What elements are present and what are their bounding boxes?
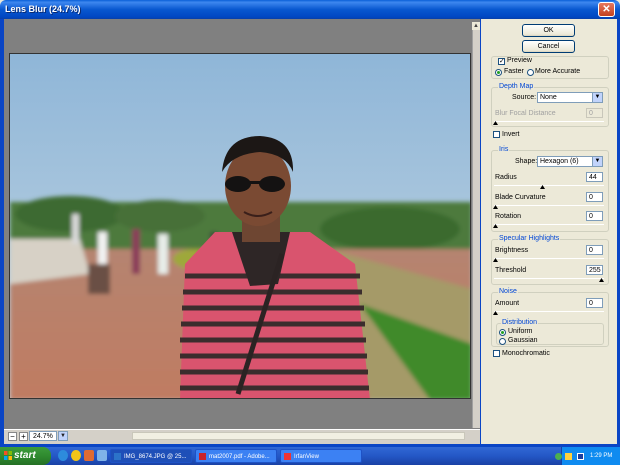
gaussian-radio[interactable] [499,338,506,345]
depth-map-title: Depth Map [498,83,535,90]
blade-curvature-label: Blade Curvature [495,194,546,201]
invert-checkbox[interactable] [493,131,500,138]
threshold-field[interactable]: 255 [586,265,603,275]
chevron-down-icon: ▼ [592,93,602,102]
tray-app-icon[interactable] [565,453,572,460]
monochromatic-label: Monochromatic [502,350,550,357]
amount-label: Amount [495,300,520,307]
blade-curvature-field[interactable]: 0 [586,192,603,202]
clock: 1:29 PM [590,453,613,459]
iris-title: Iris [498,146,510,153]
browser-icon[interactable] [71,450,81,461]
monochromatic-checkbox[interactable] [493,350,500,357]
window-title-bar[interactable] [0,0,620,19]
threshold-label: Threshold [495,267,527,274]
preview-label: Preview [507,57,532,64]
faster-radio[interactable] [495,69,502,76]
scroll-up-icon[interactable]: ▲ [472,22,480,30]
more-accurate-radio[interactable] [527,69,534,76]
specular-highlights-title: Specular Highlights [498,235,561,242]
taskbar-item-adobe-reader[interactable]: mat2007.pdf - Adobe... [195,449,277,463]
cancel-button[interactable]: Cancel [522,40,575,53]
internet-explorer-icon[interactable] [58,450,68,461]
chevron-down-icon: ▼ [592,157,602,166]
preview-photo [9,53,471,399]
amount-field[interactable]: 0 [586,298,603,308]
preview-checkbox[interactable]: ✓ [498,58,505,65]
ok-button[interactable]: OK [522,24,575,37]
show-desktop-icon[interactable] [97,450,107,461]
shape-value: Hexagon (6) [540,158,579,165]
chevron-down-icon[interactable]: ▼ [58,431,68,441]
radius-label: Radius [495,174,517,181]
blur-focal-distance-slider [494,121,604,122]
taskbar-item-photoshop[interactable]: IMG_8674.JPG @ 25... [110,449,192,463]
taskbar-item-irfanview[interactable]: IrfanView [280,449,362,463]
adobe-reader-icon [199,453,206,460]
zoom-in-button[interactable]: + [19,432,28,441]
uniform-label: Uniform [508,328,533,335]
source-label: Source: [512,94,537,101]
noise-title: Noise [498,288,518,295]
brightness-label: Brightness [495,247,529,254]
uniform-radio[interactable] [499,329,506,336]
blur-focal-distance-field: 0 [586,108,603,118]
shape-select[interactable]: Hexagon (6) ▼ [537,156,603,167]
shape-label: Shape: [515,158,538,165]
close-button[interactable]: ✕ [598,2,615,17]
window-title: Lens Blur (24.7%) [5,4,81,14]
gaussian-label: Gaussian [508,337,538,344]
threshold-slider[interactable] [494,278,604,279]
radius-slider[interactable] [494,185,604,186]
media-icon[interactable] [577,453,584,460]
brightness-slider[interactable] [494,258,604,259]
photoshop-icon [114,453,121,460]
vertical-scrollbar[interactable] [472,22,480,428]
windows-logo-icon [4,451,12,460]
distribution-title: Distribution [501,319,539,326]
rotation-label: Rotation [495,213,522,220]
brightness-field[interactable]: 0 [586,245,603,255]
radius-field[interactable]: 44 [586,172,603,182]
rotation-field[interactable]: 0 [586,211,603,221]
blur-focal-distance-label: Blur Focal Distance [495,110,556,117]
amount-slider[interactable] [494,311,604,312]
more-accurate-label: More Accurate [535,68,581,75]
source-select[interactable]: None ▼ [537,92,603,103]
blade-curvature-slider[interactable] [494,205,604,206]
taskbar-item-label: mat2007.pdf - Adobe... [209,454,270,460]
faster-label: Faster [504,68,524,75]
close-icon: ✕ [602,4,611,15]
taskbar-item-label: IMG_8674.JPG @ 25... [124,454,187,460]
rotation-slider[interactable] [494,224,604,225]
network-icon[interactable] [555,453,562,460]
invert-label: Invert [502,131,520,138]
media-player-icon[interactable] [84,450,94,461]
source-value: None [540,94,557,101]
horizontal-scrollbar[interactable] [132,432,465,440]
irfanview-icon [284,453,291,460]
zoom-out-button[interactable]: − [8,432,17,441]
zoom-level-field[interactable]: 24.7% [29,431,57,441]
taskbar-item-label: IrfanView [294,454,319,460]
